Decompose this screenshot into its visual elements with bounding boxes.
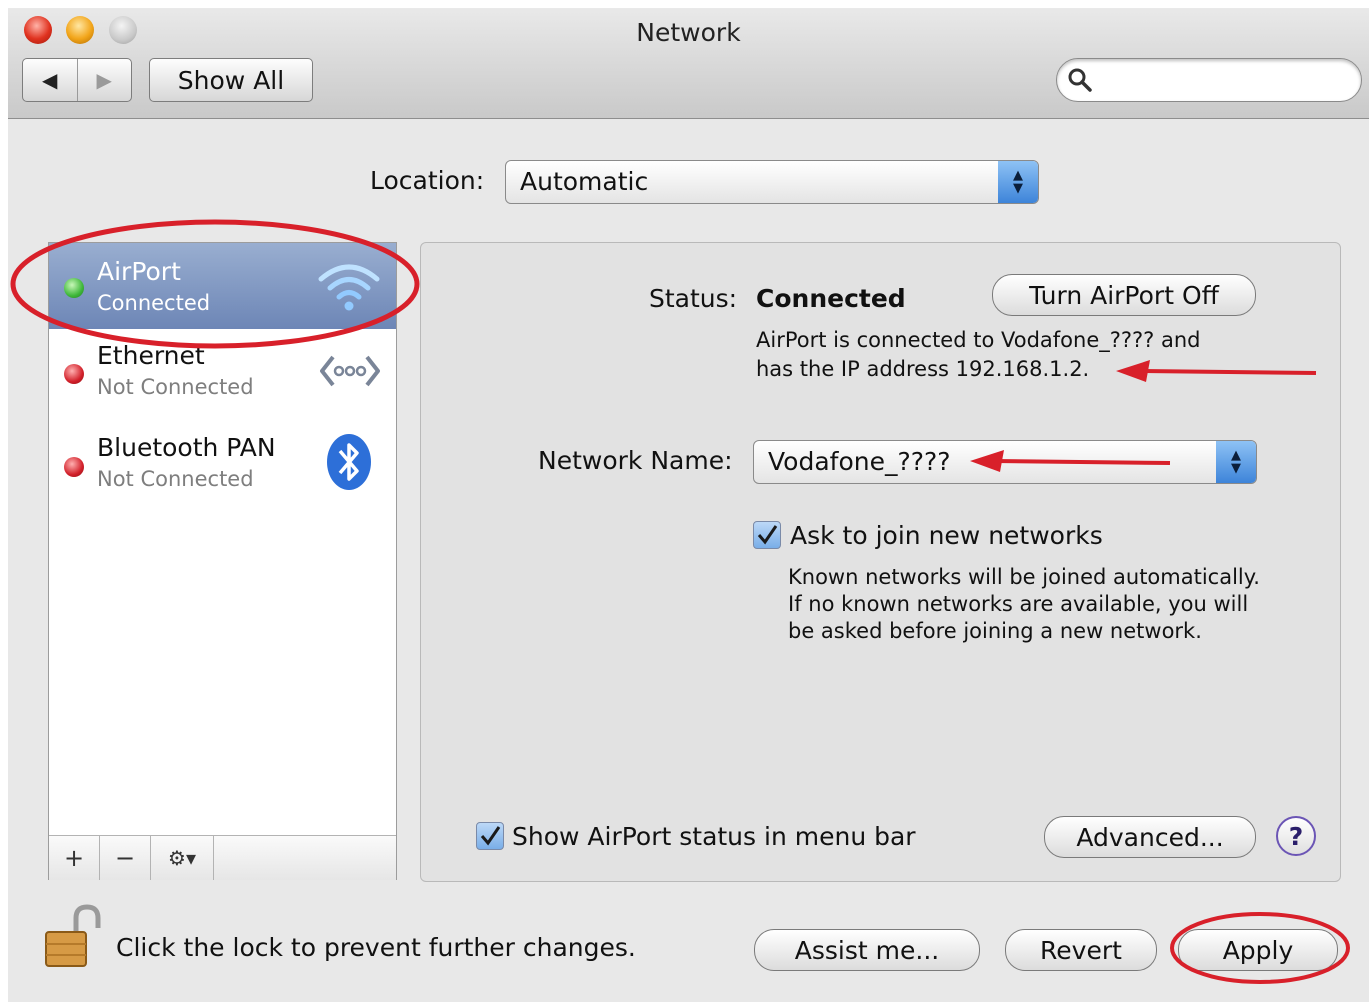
revert-button[interactable]: Revert bbox=[1005, 929, 1157, 971]
wifi-icon bbox=[317, 261, 381, 317]
service-item-airport[interactable]: AirPort Connected bbox=[49, 243, 396, 329]
checkmark-icon bbox=[757, 525, 778, 545]
lock-message: Click the lock to prevent further change… bbox=[116, 933, 636, 962]
location-label: Location: bbox=[370, 166, 485, 195]
forward-button[interactable]: ▶ bbox=[76, 59, 132, 101]
add-service-button[interactable]: + bbox=[49, 836, 100, 880]
advanced-button[interactable]: Advanced... bbox=[1044, 816, 1256, 858]
search-icon bbox=[1067, 67, 1093, 97]
back-forward-control: ◀ ▶ bbox=[22, 58, 132, 102]
ask-join-description-line2: If no known networks are available, you … bbox=[788, 592, 1249, 616]
service-name: Ethernet bbox=[97, 341, 205, 370]
remove-service-button[interactable]: − bbox=[100, 836, 151, 880]
show-airport-status-label[interactable]: Show AirPort status in menu bar bbox=[512, 822, 916, 851]
popup-arrows-icon: ▲ ▼ bbox=[1216, 441, 1256, 483]
status-label: Status: bbox=[649, 284, 738, 313]
status-dot-icon bbox=[64, 457, 84, 477]
network-preferences-window: Network ◀ ▶ Show All Location: Automatic… bbox=[8, 8, 1369, 1002]
show-airport-status-checkbox[interactable] bbox=[476, 822, 504, 850]
apply-button[interactable]: Apply bbox=[1178, 929, 1338, 971]
service-name: Bluetooth PAN bbox=[97, 433, 276, 462]
search-field[interactable] bbox=[1056, 58, 1362, 102]
network-name-popup[interactable]: Vodafone_???? ▲ ▼ bbox=[753, 440, 1257, 484]
help-button[interactable]: ? bbox=[1276, 816, 1316, 856]
service-status: Connected bbox=[97, 291, 211, 315]
checkmark-icon bbox=[480, 826, 501, 846]
window-title: Network bbox=[636, 18, 741, 47]
network-name-value: Vodafone_???? bbox=[768, 447, 951, 476]
location-value: Automatic bbox=[520, 167, 649, 196]
ask-to-join-label[interactable]: Ask to join new networks bbox=[790, 521, 1103, 550]
status-dot-icon bbox=[64, 278, 84, 298]
ask-to-join-checkbox[interactable] bbox=[753, 521, 781, 549]
status-value: Connected bbox=[756, 284, 906, 313]
popup-arrows-icon: ▲ ▼ bbox=[998, 161, 1038, 203]
turn-airport-off-button[interactable]: Turn AirPort Off bbox=[992, 274, 1256, 316]
status-description-line1: AirPort is connected to Vodafone_???? an… bbox=[756, 328, 1201, 352]
service-status: Not Connected bbox=[97, 375, 254, 399]
service-status: Not Connected bbox=[97, 467, 254, 491]
location-popup[interactable]: Automatic ▲ ▼ bbox=[505, 160, 1039, 204]
title-bar: Network ◀ ▶ Show All bbox=[8, 8, 1369, 119]
service-item-ethernet[interactable]: Ethernet Not Connected bbox=[49, 329, 396, 415]
ethernet-icon bbox=[319, 349, 381, 397]
service-list: AirPort Connected Ethernet Not Connected bbox=[48, 242, 397, 880]
action-gear-button[interactable]: ⚙▾ bbox=[151, 836, 214, 880]
ask-join-description-line1: Known networks will be joined automatica… bbox=[788, 565, 1260, 589]
ask-join-description-line3: be asked before joining a new network. bbox=[788, 619, 1202, 643]
lock-icon[interactable] bbox=[44, 904, 102, 972]
service-name: AirPort bbox=[97, 257, 181, 286]
status-description-line2: has the IP address 192.168.1.2. bbox=[756, 357, 1090, 381]
show-all-button[interactable]: Show All bbox=[149, 58, 313, 102]
service-list-controls: + − ⚙▾ bbox=[49, 835, 396, 880]
network-name-label: Network Name: bbox=[538, 446, 733, 475]
back-button[interactable]: ◀ bbox=[23, 59, 77, 101]
assist-me-button[interactable]: Assist me... bbox=[754, 929, 980, 971]
service-item-bluetooth-pan[interactable]: Bluetooth PAN Not Connected bbox=[49, 415, 396, 501]
bluetooth-icon bbox=[326, 433, 372, 495]
status-dot-icon bbox=[64, 364, 84, 384]
